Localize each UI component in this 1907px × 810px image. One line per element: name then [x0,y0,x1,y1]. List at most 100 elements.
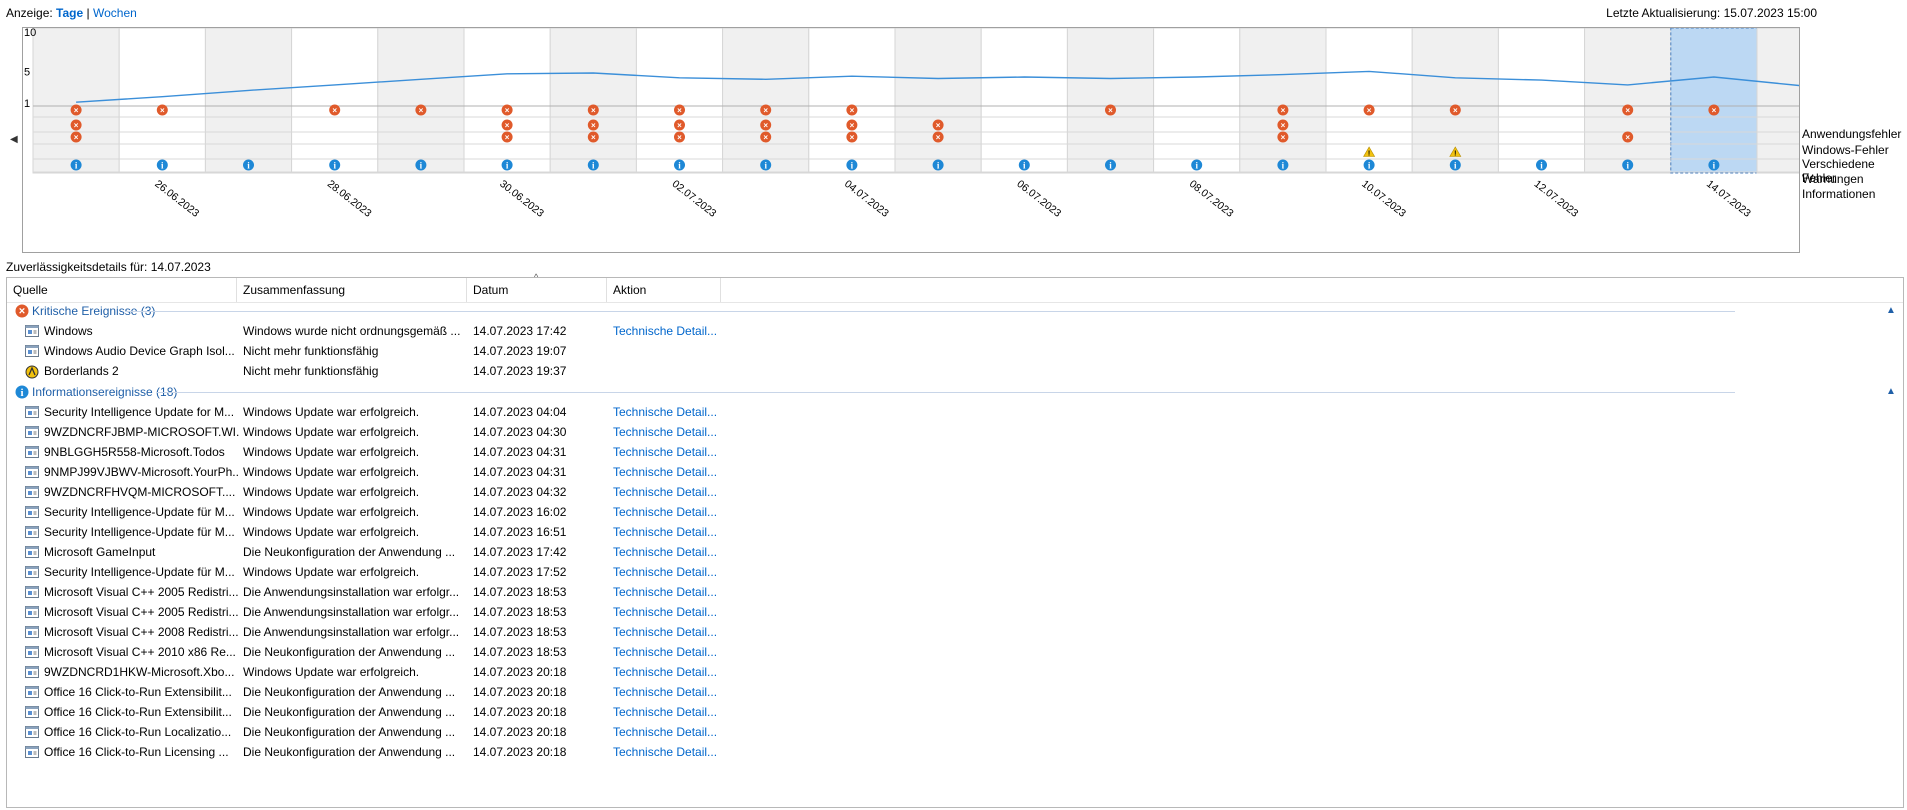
cell-date: 14.07.2023 19:37 [473,364,567,378]
column-header-source[interactable]: Quelle [7,278,237,302]
window-icon [25,546,39,558]
day-column [291,28,379,174]
technical-details-link[interactable]: Technische Detail... [613,742,723,762]
table-row[interactable]: Microsoft Visual C++ 2008 Redistri... Die… [7,622,1897,642]
error-mark: × [1367,106,1372,115]
day-column [980,28,1068,174]
cell-summary: Die Neukonfiguration der Anwendung ... [243,685,456,699]
error-mark: × [677,106,682,115]
window-icon [25,586,39,598]
cell-date: 14.07.2023 16:51 [473,525,567,539]
error-mark: × [505,106,510,115]
y-tick-label: 5 [24,66,30,78]
table-row[interactable]: Office 16 Click-to-Run Localizatio... Die… [7,722,1897,742]
cell-source: Microsoft Visual C++ 2010 x86 Re... [44,645,236,659]
window-icon [25,606,39,618]
table-row[interactable]: 9WZDNCRD1HKW-Microsoft.Xbo... Windows Upd… [7,662,1897,682]
cell-source: 9WZDNCRFJBMP-MICROSOFT.WI... [44,425,239,439]
table-row[interactable]: 9NBLGGH5R558-Microsoft.Todos Windows Upda… [7,442,1897,462]
technical-details-link[interactable]: Technische Detail... [613,722,723,742]
view-selector: Anzeige: Tage | Wochen [6,6,137,20]
cell-source: Microsoft Visual C++ 2005 Redistri... [44,585,239,599]
table-row[interactable]: Microsoft GameInput Die Neukonfiguration … [7,542,1897,562]
view-days-link[interactable]: Tage [56,6,83,20]
technical-details-link[interactable]: Technische Detail... [613,582,723,602]
cell-source: Windows [44,324,93,338]
cell-date: 14.07.2023 17:42 [473,545,567,559]
table-row[interactable]: 9WZDNCRFJBMP-MICROSOFT.WI... Windows Upda… [7,422,1897,442]
technical-details-link[interactable]: Technische Detail... [613,402,723,422]
table-row[interactable]: Borderlands 2 Nicht mehr funktionsfähig 14… [7,361,1897,381]
day-column [118,28,206,174]
cell-summary: Windows Update war erfolgreich. [243,425,420,439]
cell-date: 14.07.2023 04:32 [473,485,567,499]
group-title: Informationsereignisse (18) [32,385,178,399]
collapse-chevron-icon[interactable]: ▲ [1886,386,1896,397]
x-tick-label: 26.06.2023 [152,178,201,220]
technical-details-link[interactable]: Technische Detail... [613,642,723,662]
technical-details-link[interactable]: Technische Detail... [613,482,723,502]
column-header-action[interactable]: Aktion [607,278,721,302]
technical-details-link[interactable]: Technische Detail... [613,682,723,702]
table-header: Quelle Zusammenfassung Datum ^ Aktion [7,272,1903,303]
technical-details-link[interactable]: Technische Detail... [613,321,723,341]
technical-details-link[interactable]: Technische Detail... [613,702,723,722]
table-row[interactable]: Security Intelligence-Update für M... Win… [7,522,1897,542]
group-divider [157,392,1735,393]
day-column [377,28,465,174]
cell-summary: Windows Update war erfolgreich. [243,465,420,479]
group-divider [125,311,1735,312]
technical-details-link[interactable]: Technische Detail... [613,462,723,482]
cell-date: 14.07.2023 20:18 [473,745,567,759]
technical-details-link[interactable]: Technische Detail... [613,622,723,642]
day-column [635,28,724,174]
error-mark: × [1281,133,1286,142]
table-row[interactable]: 9WZDNCRFHVQM-MICROSOFT.... Windows Update… [7,482,1897,502]
window-icon [25,566,39,578]
table-row[interactable]: Microsoft Visual C++ 2005 Redistri... Die… [7,582,1897,602]
table-row[interactable]: Windows Audio Device Graph Isol... Nicht … [7,341,1897,361]
day-column [722,28,810,174]
technical-details-link[interactable]: Technische Detail... [613,502,723,522]
technical-details-link[interactable]: Technische Detail... [613,522,723,542]
view-weeks-link[interactable]: Wochen [93,6,137,20]
table-row[interactable]: Security Intelligence-Update für M... Win… [7,502,1897,522]
x-tick-label: 14.07.2023 [1704,178,1753,220]
table-row[interactable]: Microsoft Visual C++ 2010 x86 Re... Die N… [7,642,1897,662]
svg-text:×: × [19,306,25,318]
window-icon [25,466,39,478]
cell-source: Security Intelligence Update for M... [44,405,235,419]
window-icon [25,506,39,518]
table-row[interactable]: Office 16 Click-to-Run Extensibilit... Di… [7,682,1897,702]
table-row[interactable]: Office 16 Click-to-Run Extensibilit... Di… [7,702,1897,722]
scroll-left-arrow-icon[interactable]: ◀ [10,134,18,145]
collapse-chevron-icon[interactable]: ▲ [1886,305,1896,316]
reliability-chart: 10 5 1 × × × × × × × × × × × × × × × × × × × × × × × × × × × × × × × ×!! i i… [22,27,1800,253]
cell-summary: Windows Update war erfolgreich. [243,565,420,579]
table-row[interactable]: Security Intelligence Update for M... Win… [7,402,1897,422]
technical-details-link[interactable]: Technische Detail... [613,542,723,562]
error-mark: × [591,133,596,142]
x-tick-label: 10.07.2023 [1359,178,1408,220]
column-header-summary[interactable]: Zusammenfassung [237,278,467,302]
table-row[interactable]: Security Intelligence-Update für M... Win… [7,562,1897,582]
table-row[interactable]: 9NMPJ99VJBWV-Microsoft.YourPh... Windows … [7,462,1897,482]
window-icon [25,406,39,418]
error-mark: × [850,121,855,130]
table-row[interactable]: Microsoft Visual C++ 2005 Redistri... Die… [7,602,1897,622]
table-row[interactable]: Office 16 Click-to-Run Licensing ... Die … [7,742,1897,762]
technical-details-link[interactable]: Technische Detail... [613,562,723,582]
technical-details-link[interactable]: Technische Detail... [613,442,723,462]
group-header[interactable]: i Informationsereignisse (18) [15,383,177,401]
error-mark: × [1625,133,1630,142]
error-mark: × [1453,106,1458,115]
cell-summary: Die Anwendungsinstallation war erfolgr..… [243,625,460,639]
technical-details-link[interactable]: Technische Detail... [613,662,723,682]
day-column [1670,28,1758,174]
technical-details-link[interactable]: Technische Detail... [613,422,723,442]
table-row[interactable]: Windows Windows wurde nicht ordnungsgemäß… [7,321,1897,341]
technical-details-link[interactable]: Technische Detail... [613,602,723,622]
cell-date: 14.07.2023 17:52 [473,565,567,579]
error-mark: × [332,106,337,115]
category-label: Informationen [1802,187,1876,201]
